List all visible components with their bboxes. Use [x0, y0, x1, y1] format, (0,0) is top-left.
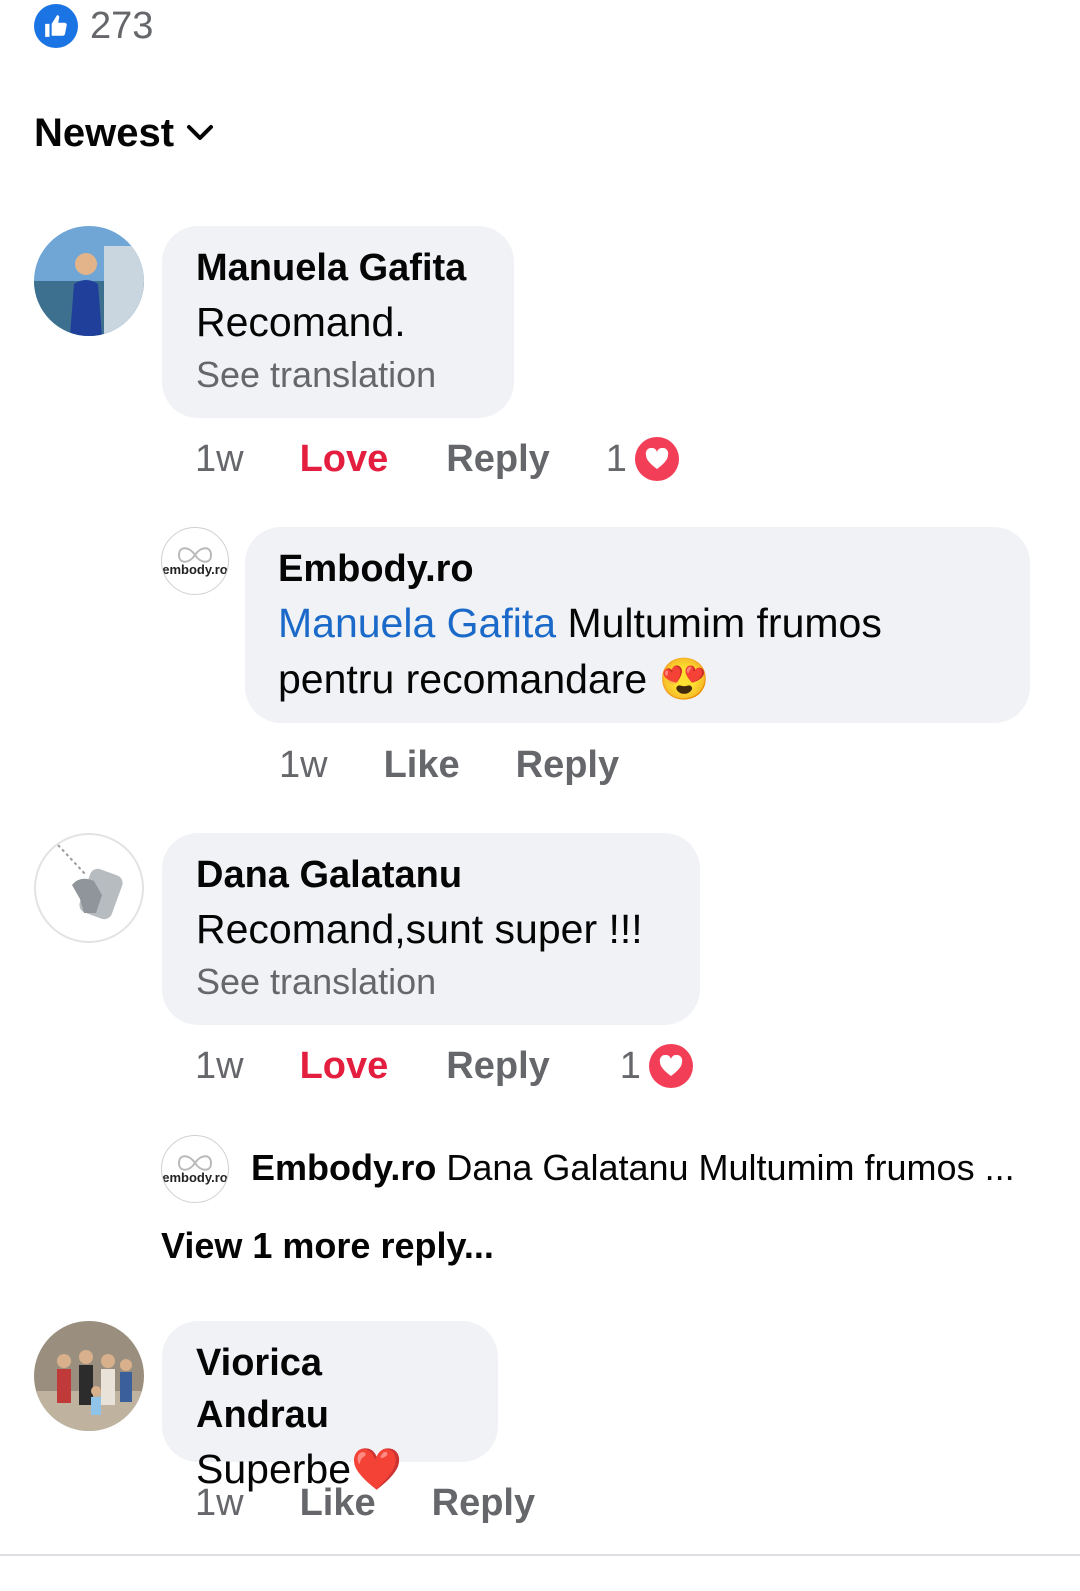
view-more-replies-link[interactable]: View 1 more reply...: [161, 1221, 494, 1271]
comment-author[interactable]: Manuela Gafita: [196, 242, 480, 294]
comment-time[interactable]: 1w: [195, 434, 244, 484]
comment-text: Recomand,sunt super !!!: [196, 906, 643, 952]
reply-preview[interactable]: Embody.ro Dana Galatanu Multumim frumos …: [251, 1143, 1015, 1193]
comment-actions: 1w Love Reply 1: [195, 434, 679, 484]
sort-label: Newest: [34, 111, 175, 155]
see-translation-link[interactable]: See translation: [196, 957, 666, 1007]
reply-bubble: Embody.ro Manuela Gafita Multumim frumos…: [245, 527, 1030, 723]
reply-author: Embody.ro: [251, 1147, 437, 1188]
comment-actions: 1w Love Reply 1: [195, 1041, 693, 1091]
brand-avatar-label: embody.ro: [162, 1169, 228, 1185]
sort-dropdown[interactable]: Newest: [34, 108, 214, 158]
comment-author[interactable]: Dana Galatanu: [196, 849, 666, 901]
reply-actions: 1w Like Reply: [279, 740, 619, 790]
like-button[interactable]: Like: [384, 740, 460, 790]
comment-bubble: Viorica Andrau Superbe❤️: [162, 1321, 498, 1492]
reaction-count[interactable]: 273: [90, 4, 153, 48]
reply-button[interactable]: Reply: [432, 1478, 535, 1528]
like-button[interactable]: Like: [300, 1478, 376, 1528]
comment-text: Recomand.: [196, 299, 406, 345]
mention-link[interactable]: Manuela Gafita: [278, 600, 556, 646]
reaction-summary[interactable]: 1: [620, 1041, 693, 1091]
reply-preview-text: Dana Galatanu Multumim frumos ...: [446, 1147, 1015, 1188]
thumbs-up-icon[interactable]: [34, 4, 78, 48]
brand-avatar[interactable]: embody.ro: [161, 1135, 229, 1203]
comment-bubble: Dana Galatanu Recomand,sunt super !!! Se…: [162, 833, 700, 1025]
reaction-count: 1: [619, 1045, 641, 1087]
avatar[interactable]: [34, 833, 144, 943]
avatar[interactable]: [34, 226, 144, 336]
chevron-down-icon: [187, 125, 214, 140]
reply-button[interactable]: Reply: [516, 740, 619, 790]
brand-avatar-label: embody.ro: [162, 561, 228, 577]
heart-eyes-emoji: 😍: [658, 656, 710, 702]
comment-time[interactable]: 1w: [195, 1478, 244, 1528]
reply-text: Manuela Gafita Multumim frumos pentru re…: [278, 595, 996, 707]
divider: [0, 1554, 1080, 1556]
reply-button[interactable]: Reply: [446, 1041, 549, 1091]
heart-icon: [648, 1044, 693, 1088]
see-translation-link[interactable]: See translation: [196, 350, 480, 400]
reaction-summary[interactable]: 1: [606, 434, 679, 484]
comment-bubble: Manuela Gafita Recomand. See translation: [162, 226, 514, 418]
love-button[interactable]: Love: [300, 434, 389, 484]
reaction-count: 1: [605, 438, 627, 480]
comment-time[interactable]: 1w: [195, 1041, 244, 1091]
heart-icon: [634, 437, 679, 481]
avatar[interactable]: [34, 1321, 144, 1431]
brand-avatar[interactable]: embody.ro: [161, 527, 229, 595]
comment-actions: 1w Like Reply: [195, 1478, 535, 1528]
reply-time[interactable]: 1w: [279, 740, 328, 790]
love-button[interactable]: Love: [300, 1041, 389, 1091]
reply-button[interactable]: Reply: [446, 434, 549, 484]
reply-author[interactable]: Embody.ro: [278, 543, 996, 595]
comment-author[interactable]: Viorica Andrau: [196, 1337, 464, 1441]
